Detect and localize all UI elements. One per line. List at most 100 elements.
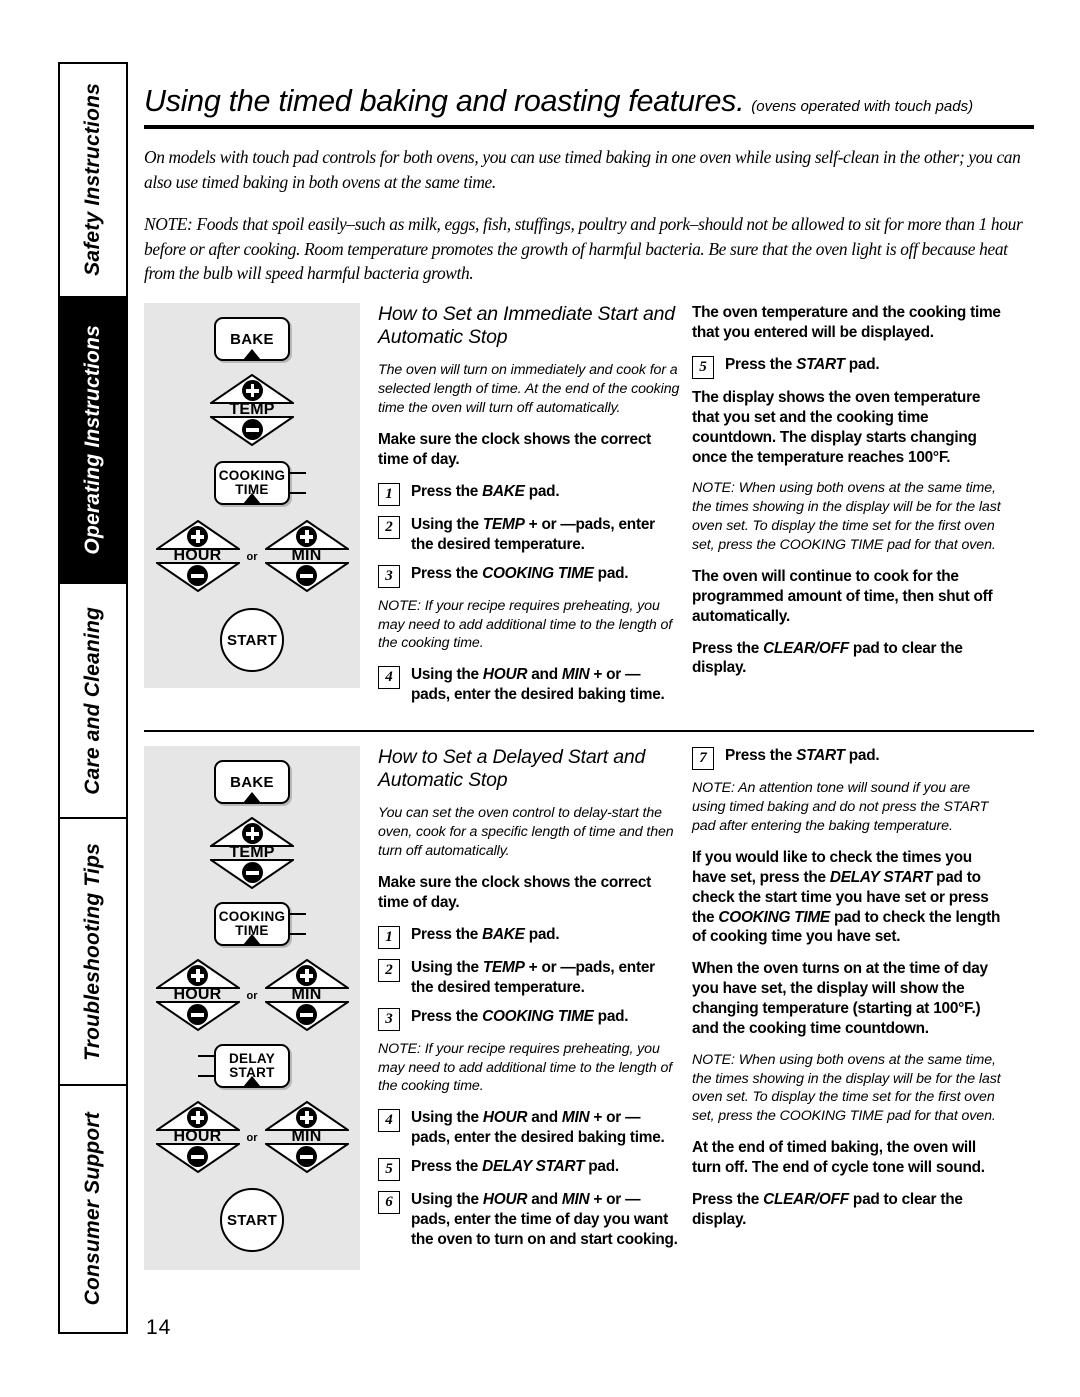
- step-item: 1 Press the BAKE pad.: [378, 925, 680, 949]
- pad-name: DELAY START: [482, 1158, 585, 1176]
- control-panel-column-1: BAKE TEMP COOKING TIME HOUR or MIN START: [144, 303, 360, 714]
- page-title: Using the timed baking and roasting feat…: [144, 62, 1034, 119]
- hour-pad-group: HOUR: [155, 959, 240, 1032]
- step-text: Press the START pad.: [725, 356, 880, 374]
- sidebar-tab-label: Safety Instructions: [81, 83, 104, 277]
- step-item: 6 Using the HOUR and MIN + or — pads, en…: [378, 1190, 680, 1250]
- cooking-time-pad[interactable]: COOKING TIME: [214, 902, 306, 947]
- note-label: NOTE:: [378, 597, 421, 614]
- hour-decrease-pad[interactable]: [155, 1001, 240, 1032]
- sidebar-tab-troubleshooting-tips[interactable]: Troubleshooting Tips: [60, 819, 126, 1087]
- hour-min-pad-row-1: HOUR or MIN: [155, 520, 349, 593]
- sidebar-tab-safety-instructions[interactable]: Safety Instructions: [60, 64, 126, 298]
- step-item: 3 Press the COOKING TIME pad.: [378, 1007, 680, 1031]
- plus-icon: [241, 380, 263, 402]
- hour-pad-label: HOUR: [173, 547, 222, 565]
- step-item: 1 Press the BAKE pad.: [378, 482, 680, 506]
- temp-decrease-pad[interactable]: [210, 416, 294, 447]
- pad-name: BAKE: [482, 925, 525, 943]
- instructions-column-2-right: 7 Press the START pad. NOTE: An attentio…: [680, 746, 1002, 1270]
- step-text: Using the HOUR and MIN + or — pads, ente…: [411, 1109, 665, 1147]
- min-increase-pad[interactable]: [264, 959, 349, 990]
- hour-increase-pad[interactable]: [155, 959, 240, 990]
- pad-name: START: [796, 747, 845, 765]
- pad-connector-bracket-icon: [288, 472, 306, 495]
- min-pad-group: MIN: [264, 959, 349, 1032]
- step-number: 6: [378, 1191, 400, 1215]
- cooking-time-pad-label: COOKING TIME: [219, 469, 286, 497]
- hour-pad-label: HOUR: [173, 986, 222, 1004]
- step-text: Using the HOUR and MIN + or — pads, ente…: [411, 666, 665, 704]
- min-increase-pad[interactable]: [264, 1101, 349, 1132]
- step-number: 2: [378, 515, 400, 539]
- section-1-bold-intro: Make sure the clock shows the correct ti…: [378, 430, 652, 468]
- start-pad[interactable]: START: [220, 1188, 284, 1253]
- step-text: Press the BAKE pad.: [411, 482, 560, 500]
- cooking-time-pad[interactable]: COOKING TIME: [214, 461, 306, 506]
- hour-increase-pad[interactable]: [155, 520, 240, 551]
- delay-start-word-2: START: [229, 1065, 275, 1081]
- hour-min-pad-row-2b: HOUR or MIN: [155, 1101, 349, 1174]
- step-text: Press the START pad.: [725, 747, 880, 765]
- cooking-time-word-1: COOKING: [218, 909, 286, 925]
- pad-connector-bracket-icon: [288, 913, 306, 936]
- bake-pad[interactable]: BAKE: [214, 317, 290, 362]
- min-decrease-pad[interactable]: [264, 1001, 349, 1032]
- title-divider: [144, 125, 1034, 129]
- control-panel-column-2: BAKE TEMP COOKING TIME HOUR or MIN DELAY…: [144, 746, 360, 1271]
- delay-start-pad[interactable]: DELAY START: [198, 1044, 290, 1089]
- section-2-note: NOTE: If your recipe requires preheating…: [378, 1040, 673, 1095]
- min-pad-label: MIN: [291, 1128, 322, 1146]
- sidebar-tab-operating-instructions[interactable]: Operating Instructions: [60, 297, 126, 584]
- step-text: Press the DELAY START pad.: [411, 1158, 619, 1176]
- temp-increase-pad[interactable]: [210, 374, 294, 405]
- min-decrease-pad[interactable]: [264, 562, 349, 593]
- pad-name: HOUR: [482, 1109, 528, 1127]
- step-number: 1: [378, 482, 400, 506]
- minus-icon: [241, 419, 263, 441]
- min-increase-pad[interactable]: [264, 520, 349, 551]
- step-item: 7 Press the START pad.: [692, 746, 1002, 771]
- hour-pad-group: HOUR: [155, 1101, 240, 1174]
- cooking-time-word-2: TIME: [235, 482, 269, 498]
- pad-name: MIN: [561, 1191, 590, 1209]
- min-decrease-pad[interactable]: [264, 1143, 349, 1174]
- pad-name: TEMP: [482, 958, 525, 976]
- hour-pad-label: HOUR: [173, 1128, 222, 1146]
- hour-decrease-pad[interactable]: [155, 1143, 240, 1174]
- step-item: 4 Using the HOUR and MIN + or — pads, en…: [378, 1108, 680, 1148]
- step-item: 3 Press the COOKING TIME pad.: [378, 564, 680, 588]
- step-text: Using the HOUR and MIN + or — pads, ente…: [411, 1191, 678, 1249]
- sidebar-tab-consumer-support[interactable]: Consumer Support: [60, 1086, 126, 1333]
- section-2-right-note-2: NOTE: When using both ovens at the same …: [692, 1051, 1001, 1125]
- cooking-time-word-1: COOKING: [218, 468, 286, 484]
- hour-decrease-pad[interactable]: [155, 562, 240, 593]
- page-title-subtitle: (ovens operated with touch pads): [751, 98, 974, 115]
- sidebar-tab-care-and-cleaning[interactable]: Care and Cleaning: [60, 583, 126, 820]
- step-number: 5: [692, 356, 714, 380]
- step-number: 3: [378, 1007, 400, 1031]
- step-item: 5 Press the DELAY START pad.: [378, 1157, 680, 1182]
- pad-name: CLEAR/OFF: [763, 639, 849, 657]
- temp-pad-label: TEMP: [229, 844, 275, 862]
- temp-increase-pad[interactable]: [210, 817, 294, 848]
- sidebar-tab-label: Operating Instructions: [81, 324, 104, 555]
- section-2-right-bold-1: If you would like to check the times you…: [692, 848, 1001, 946]
- minus-icon: [241, 862, 263, 884]
- sidebar-tab-rail: Safety Instructions Operating Instructio…: [58, 62, 128, 1334]
- hour-increase-pad[interactable]: [155, 1101, 240, 1132]
- pad-name: CLEAR/OFF: [763, 1190, 849, 1208]
- step-item: 5 Press the START pad.: [692, 355, 1002, 380]
- step-text: Using the TEMP + or —pads, enter the des…: [411, 958, 655, 996]
- temp-decrease-pad[interactable]: [210, 859, 294, 890]
- min-pad-group: MIN: [264, 1101, 349, 1174]
- step-item: 2 Using the TEMP + or —pads, enter the d…: [378, 515, 680, 555]
- section-2-bold-intro: Make sure the clock shows the correct ti…: [378, 873, 652, 911]
- pad-name: START: [535, 1158, 585, 1176]
- start-pad[interactable]: START: [220, 608, 284, 673]
- bake-pad[interactable]: BAKE: [214, 760, 290, 805]
- pad-name: COOKING TIME: [482, 564, 594, 582]
- bake-pad-label: BAKE: [230, 330, 274, 348]
- step-text: Press the COOKING TIME pad.: [411, 1007, 629, 1025]
- pad-name: START: [796, 356, 845, 374]
